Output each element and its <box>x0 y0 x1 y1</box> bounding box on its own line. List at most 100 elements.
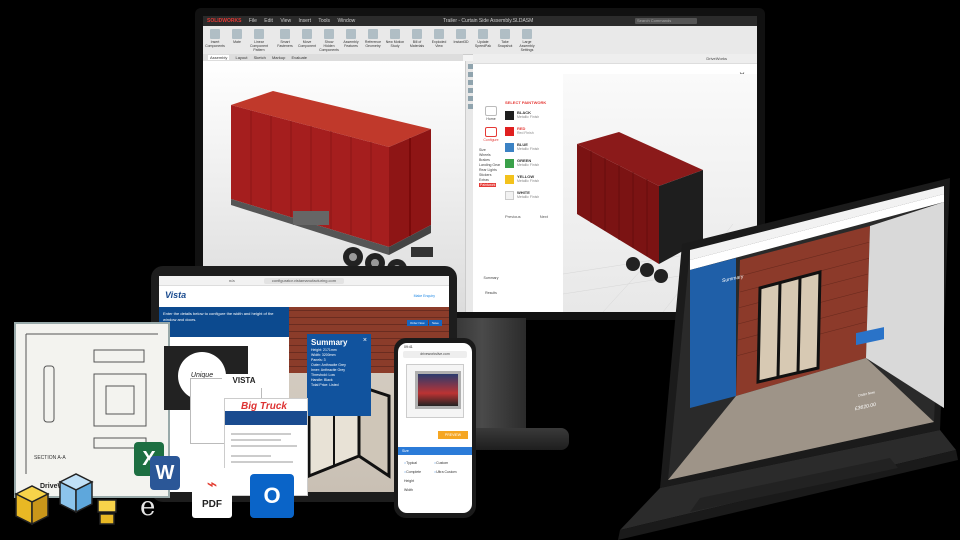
save-button[interactable]: Save <box>429 320 442 326</box>
tool-icon <box>210 29 220 39</box>
nav-results[interactable]: Results <box>479 291 503 296</box>
option-typical[interactable]: Typical <box>404 459 434 468</box>
ribbon-tool[interactable]: Large Assembly Settings <box>517 29 537 52</box>
tool-icon <box>368 29 378 39</box>
paint-option-green[interactable]: GREEN Metallic Finish <box>505 157 563 173</box>
zoom-icon[interactable] <box>467 64 473 69</box>
tab-assembly[interactable]: Assembly <box>208 55 230 60</box>
menu-file[interactable]: File <box>249 18 257 24</box>
nav-list: Size Wheels Brakes Landing Gear Rear Lig… <box>479 148 503 188</box>
browser-tab[interactable]: n/a <box>229 276 235 285</box>
summary-line: Total Price: Listed <box>311 383 339 387</box>
doc-line <box>231 439 281 441</box>
phone-options: TypicalCustom CompleteUltra Custom Heigh… <box>404 459 468 495</box>
status-time: 09:41 <box>404 345 413 349</box>
url-field[interactable]: configurator.vistamanufacturing.com <box>263 278 345 284</box>
phone-screen: 09:41 driveworkslive.com PREVIEW Size Ty… <box>398 343 472 513</box>
option-ultra-custom[interactable]: Ultra Custom <box>434 468 464 477</box>
menu-bar: File Edit View Insert Tools Window <box>243 18 355 24</box>
paint-option-white[interactable]: WHITE Metallic Finish <box>505 189 563 205</box>
summary-title: Summary <box>311 338 348 347</box>
display-icon[interactable] <box>467 96 473 101</box>
menu-edit[interactable]: Edit <box>264 18 273 24</box>
tool-icon <box>456 29 466 39</box>
color-swatch <box>505 191 514 200</box>
tool-icon <box>478 29 488 39</box>
menu-tools[interactable]: Tools <box>318 18 330 24</box>
color-swatch <box>505 127 514 136</box>
ribbon-tool[interactable]: Mate <box>227 29 247 44</box>
option-custom[interactable]: Custom <box>434 459 464 468</box>
ribbon-tool[interactable]: Move Component <box>297 29 317 48</box>
menu-window[interactable]: Window <box>337 18 355 24</box>
previous-button[interactable]: Previous <box>505 214 521 219</box>
command-ribbon: Insert Components Mate Linear Component … <box>203 26 757 55</box>
option-complete[interactable]: Complete <box>404 468 434 477</box>
config-nav: Home Configure Size Wheels Brakes Landin… <box>479 106 503 295</box>
next-button[interactable]: Next <box>540 214 548 219</box>
phone-url-field[interactable]: driveworkslive.com <box>403 351 467 358</box>
tool-icon <box>500 29 510 39</box>
ribbon-tool[interactable]: New Motion Study <box>385 29 405 48</box>
ribbon-tool[interactable]: Bill of Materials <box>407 29 427 48</box>
e-logo: e <box>140 492 156 522</box>
site-header: Vista Make Enquiry <box>159 286 449 309</box>
vista-doc-logo: VISTA <box>222 374 266 388</box>
nav-item-paintwork[interactable]: Paintwork <box>479 183 503 188</box>
doc-banner <box>225 411 307 425</box>
ribbon-tool[interactable]: Show Hidden Components <box>319 29 339 52</box>
ribbon-tool[interactable]: Linear Component Pattern <box>249 29 269 52</box>
nav-home[interactable]: Home <box>479 106 503 121</box>
paint-option-black[interactable]: BLACK Metallic Finish <box>505 109 563 125</box>
order-now-button[interactable]: Order Now <box>407 320 428 326</box>
rotate-icon[interactable] <box>467 72 473 77</box>
hero-text: Enter the details below to configure the… <box>159 307 289 337</box>
paint-option-yellow[interactable]: YELLOW Metallic Finish <box>505 173 563 189</box>
paint-option-red[interactable]: RED Red Finish <box>505 125 563 141</box>
color-swatch <box>505 175 514 184</box>
ribbon-tool[interactable]: Smart Fasteners <box>275 29 295 48</box>
driveworks-cube-icons <box>14 473 117 526</box>
vista-logo[interactable]: Vista <box>165 290 186 300</box>
paintwork-selector: SELECT PAINTWORK BLACK Metallic Finish R… <box>505 100 563 205</box>
tab-evaluate[interactable]: Evaluate <box>291 55 307 60</box>
menu-insert[interactable]: Insert <box>298 18 311 24</box>
paintwork-header: SELECT PAINTWORK <box>505 100 547 105</box>
enquiry-link[interactable]: Make Enquiry <box>414 294 435 298</box>
color-swatch <box>505 143 514 152</box>
search-input[interactable]: Search Commands <box>635 18 697 24</box>
smartphone: 09:41 driveworkslive.com PREVIEW Size Ty… <box>394 338 476 518</box>
laptop <box>618 178 958 540</box>
outlook-icon: O <box>250 474 294 518</box>
ribbon-tool[interactable]: Exploded View <box>429 29 449 48</box>
nav-summary[interactable]: Summary <box>479 276 503 281</box>
tab-markup[interactable]: Markup <box>272 55 285 60</box>
paint-option-blue[interactable]: BLUE Metallic Finish <box>505 141 563 157</box>
section-icon[interactable] <box>467 88 473 93</box>
tool-icon <box>324 29 334 39</box>
menu-view[interactable]: View <box>280 18 291 24</box>
ribbon-tool[interactable]: Take Snapshot <box>495 29 515 48</box>
doc-line <box>231 433 291 435</box>
size-bar: Size <box>398 447 472 455</box>
ribbon-tool[interactable]: Update SpeedPak <box>473 29 493 48</box>
close-icon[interactable]: × <box>363 337 367 344</box>
preview-button[interactable]: PREVIEW <box>438 431 468 439</box>
document-title: Trailer - Curtain Side Assembly.SLDASM <box>443 18 534 24</box>
nav-configure[interactable]: Configure <box>479 127 503 142</box>
title-bar: SOLIDWORKS File Edit View Insert Tools W… <box>203 16 757 26</box>
ribbon-tool[interactable]: Reference Geometry <box>363 29 383 48</box>
wizard-actions: Previous Next <box>505 214 566 219</box>
view-icon[interactable] <box>467 104 473 109</box>
framed-picture <box>415 371 461 409</box>
ribbon-tool[interactable]: Assembly Features <box>341 29 361 48</box>
tab-sketch[interactable]: Sketch <box>254 55 266 60</box>
pdf-symbol: ⌁ <box>206 474 218 494</box>
pan-icon[interactable] <box>467 80 473 85</box>
tab-layout[interactable]: Layout <box>235 55 247 60</box>
width-field[interactable]: Width <box>404 486 468 495</box>
product-preview <box>406 364 464 418</box>
ribbon-tool[interactable]: Insert Components <box>205 29 225 48</box>
height-field[interactable]: Height <box>404 477 468 486</box>
ribbon-tool[interactable]: Instant3D <box>451 29 471 44</box>
